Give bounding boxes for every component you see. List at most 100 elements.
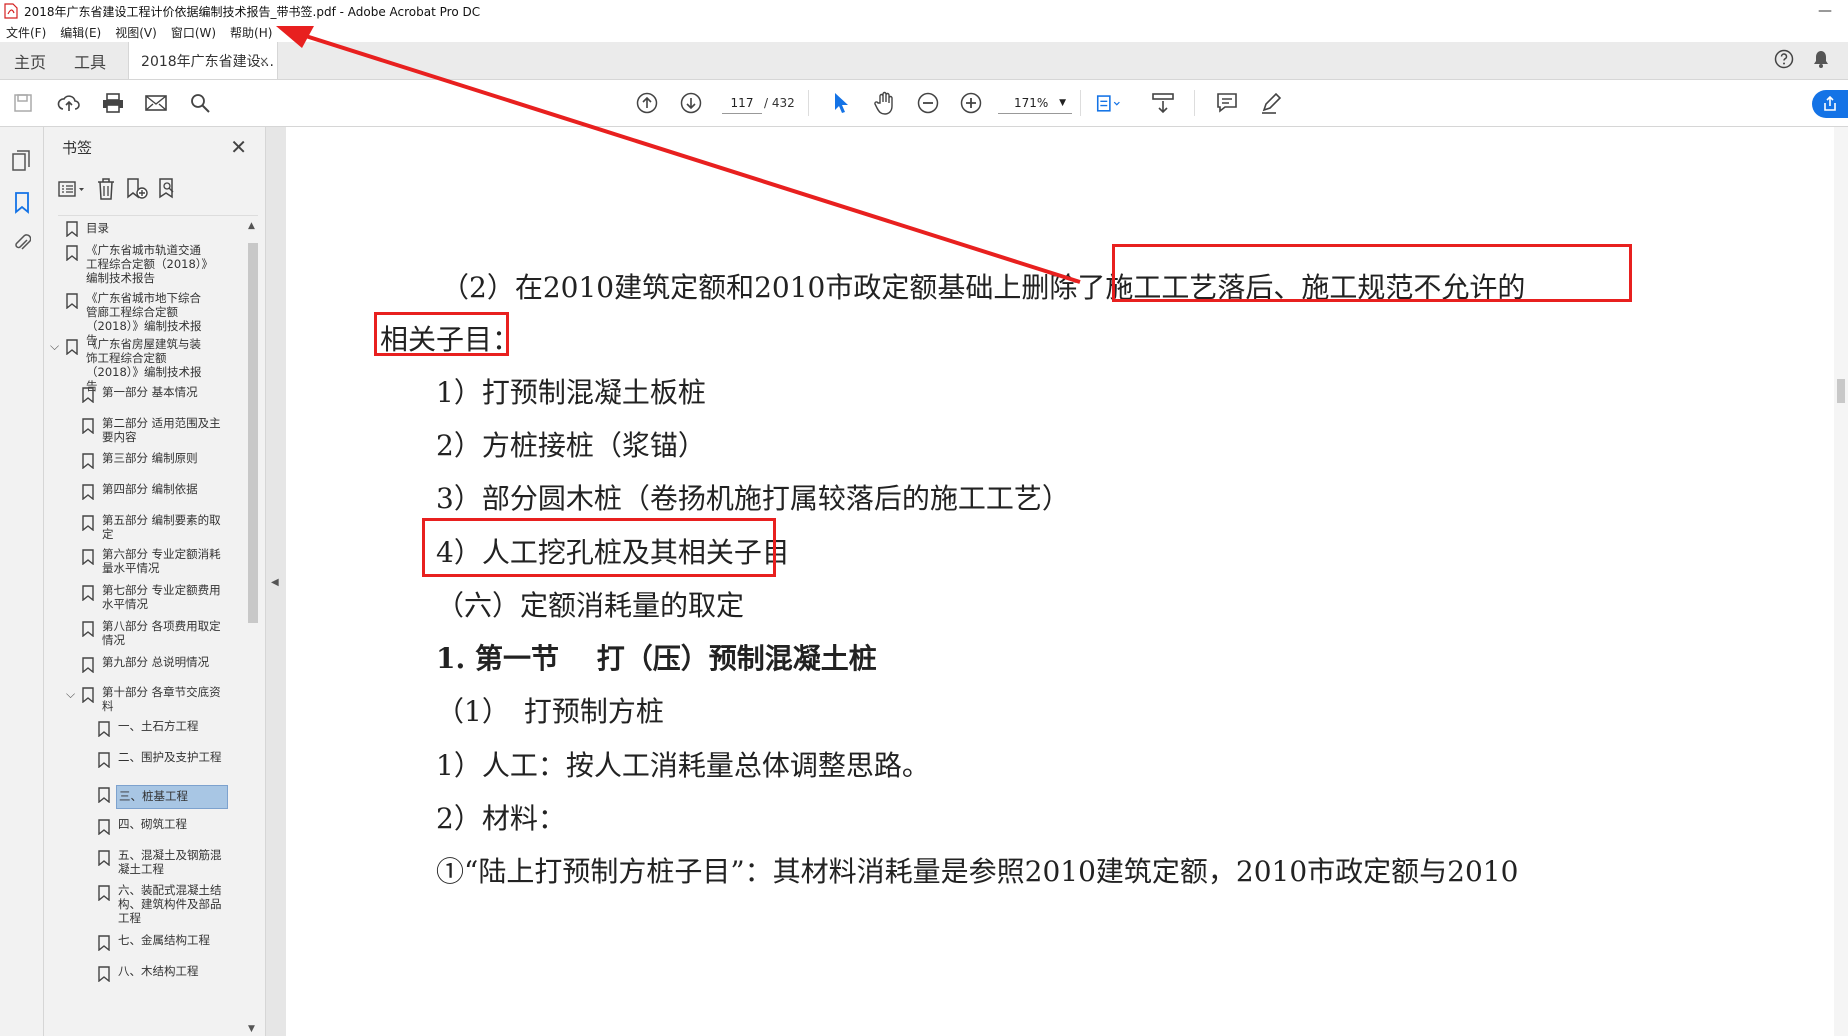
bookmark-scrollbar[interactable]: ▲ ▼: [245, 219, 261, 1036]
bookmark-item[interactable]: 五、混凝土及钢筋混凝土工程: [44, 848, 244, 878]
bookmark-icon: [66, 293, 78, 309]
delete-bookmark-icon[interactable]: [96, 178, 116, 204]
hand-tool-icon[interactable]: [872, 90, 898, 116]
doc-line: （六）定额消耗量的取定: [436, 589, 745, 622]
doc-line: 2）方桩接桩（浆锚）: [436, 429, 706, 462]
bookmark-item[interactable]: 二、围护及支护工程: [44, 750, 244, 780]
help-icon[interactable]: [1774, 49, 1794, 73]
doc-line: 2）材料：: [436, 802, 566, 835]
bookmark-item[interactable]: 《广东省城市轨道交通工程综合定额（2018）》编制技术报告: [44, 243, 244, 289]
bookmark-item[interactable]: 第五部分 编制要素的取定: [44, 513, 244, 543]
bookmark-item[interactable]: 八、木结构工程: [44, 964, 244, 990]
scrollbar-thumb[interactable]: [1837, 379, 1845, 403]
scrollbar-thumb[interactable]: [248, 243, 258, 623]
find-bookmark-icon[interactable]: [158, 178, 180, 204]
doc-line: 1）人工：按人工消耗量总体调整思路。: [436, 749, 930, 782]
bookmark-item[interactable]: 第四部分 编制依据: [44, 482, 244, 508]
zoom-out-icon[interactable]: [915, 90, 941, 116]
bookmark-item[interactable]: 第三部分 编制原则: [44, 451, 244, 477]
bookmarks-toolbar: [58, 177, 180, 205]
doc-heading: 1. 第一节 打（压）预制混凝土桩: [436, 642, 877, 675]
zoom-level-select[interactable]: 171% ▼: [998, 92, 1072, 114]
bookmark-label: 三、桩基工程: [116, 785, 228, 809]
bookmark-item[interactable]: 目录: [44, 219, 244, 243]
chevron-down-icon[interactable]: ⌵: [50, 339, 59, 353]
doc-line: 1）打预制混凝土板桩: [436, 376, 706, 409]
bookmark-item-selected[interactable]: 三、桩基工程: [44, 785, 244, 811]
menu-edit[interactable]: 编辑(E): [60, 24, 101, 41]
scroll-down-icon[interactable]: ▼: [248, 1024, 255, 1034]
bookmark-item[interactable]: 四、砌筑工程: [44, 817, 244, 843]
bookmark-label: 目录: [86, 221, 109, 235]
collapse-panel-icon[interactable]: ◀: [271, 577, 279, 588]
previous-page-icon[interactable]: [634, 90, 660, 116]
bookmark-label: 《广东省城市轨道交通工程综合定额（2018）》编制技术报告: [86, 243, 208, 285]
bookmark-icon: [82, 453, 94, 469]
bookmark-item[interactable]: 第二部分 适用范围及主要内容: [44, 416, 244, 446]
bookmark-icon: [82, 621, 94, 637]
bookmark-options-icon[interactable]: [58, 179, 86, 203]
email-icon[interactable]: [143, 90, 169, 116]
select-cursor-icon[interactable]: [828, 90, 854, 116]
print-icon[interactable]: [100, 90, 126, 116]
bookmark-label: 六、装配式混凝土结构、建筑构件及部品工程: [118, 883, 222, 925]
bookmark-label: 五、混凝土及钢筋混凝土工程: [118, 848, 222, 876]
bookmark-icon: [82, 484, 94, 500]
tab-close-button[interactable]: ×: [259, 54, 269, 68]
bookmark-item[interactable]: 第六部分 专业定额消耗量水平情况: [44, 547, 244, 577]
tab-home[interactable]: 主页: [0, 42, 60, 79]
toolbar-separator: [1080, 90, 1081, 116]
bookmark-label: 第七部分 专业定额费用水平情况: [102, 583, 221, 611]
document-view[interactable]: （2）在2010建筑定额和2010市政定额基础上删除了施工工艺落后、施工规范不允…: [286, 127, 1848, 1036]
upload-cloud-icon[interactable]: [56, 90, 82, 116]
new-bookmark-icon[interactable]: [126, 178, 148, 204]
bookmark-item[interactable]: 第九部分 总说明情况: [44, 655, 244, 681]
bookmark-icon: [66, 339, 78, 355]
document-scrollbar[interactable]: [1834, 127, 1848, 1036]
tab-document[interactable]: 2018年广东省建设... ×: [128, 42, 279, 79]
share-button[interactable]: [1812, 90, 1848, 118]
bookmark-panel-icon[interactable]: [10, 191, 34, 215]
attachment-icon[interactable]: [10, 231, 34, 255]
bookmark-item[interactable]: ⌵ 《广东省房屋建筑与装饰工程综合定额（2018）》编制技术报告: [44, 337, 244, 393]
page-number-input[interactable]: 117: [722, 92, 762, 114]
bookmark-item[interactable]: ⌵ 第十部分 各章节交底资料: [44, 685, 244, 715]
bookmark-item[interactable]: 一、土石方工程: [44, 719, 244, 745]
bookmark-label: 第五部分 编制要素的取定: [102, 513, 221, 541]
close-icon[interactable]: ✕: [230, 135, 247, 159]
bookmark-item[interactable]: 第八部分 各项费用取定情况: [44, 619, 244, 649]
next-page-icon[interactable]: [678, 90, 704, 116]
menu-view[interactable]: 视图(V): [115, 24, 157, 41]
scroll-mode-icon[interactable]: [1150, 90, 1176, 116]
bookmark-item[interactable]: 第七部分 专业定额费用水平情况: [44, 583, 244, 613]
bookmark-icon: [82, 515, 94, 531]
bookmark-item[interactable]: 七、金属结构工程: [44, 933, 244, 959]
menu-file[interactable]: 文件(F): [6, 24, 46, 41]
fit-page-icon[interactable]: [1096, 90, 1122, 116]
chevron-down-icon[interactable]: ⌵: [66, 687, 75, 701]
bell-icon[interactable]: [1812, 49, 1830, 73]
bookmark-label: 第六部分 专业定额消耗量水平情况: [102, 547, 221, 575]
bookmark-item[interactable]: 《广东省城市地下综合管廊工程综合定额（2018）》编制技术报告: [44, 291, 244, 347]
minimize-button[interactable]: —: [1818, 3, 1832, 19]
tab-tools[interactable]: 工具: [60, 42, 120, 79]
search-icon[interactable]: [187, 90, 213, 116]
bookmarks-panel: 书签 ✕ 目录 《广东省城市轨道交通工程综合定额（2018）》编制技术报告 《广…: [44, 127, 266, 1036]
menu-window[interactable]: 窗口(W): [171, 24, 216, 41]
menu-help[interactable]: 帮助(H): [230, 24, 272, 41]
bookmark-item[interactable]: 第一部分 基本情况: [44, 385, 244, 411]
page-thumbnails-icon[interactable]: [10, 149, 34, 173]
scroll-up-icon[interactable]: ▲: [248, 221, 255, 231]
tab-document-label: 2018年广东省建设...: [141, 53, 275, 70]
comment-icon[interactable]: [1214, 90, 1240, 116]
save-icon[interactable]: [10, 90, 36, 116]
bookmark-label: 第十部分 各章节交底资料: [102, 685, 221, 713]
navigation-rail: [0, 127, 44, 1036]
panel-splitter[interactable]: ◀: [266, 127, 286, 1036]
zoom-in-icon[interactable]: [958, 90, 984, 116]
annotation-box: [422, 518, 776, 577]
share-icon: [1824, 96, 1836, 111]
bookmark-item[interactable]: 六、装配式混凝土结构、建筑构件及部品工程: [44, 883, 244, 929]
chevron-down-icon: ▼: [1059, 97, 1066, 108]
highlight-pen-icon[interactable]: [1258, 90, 1284, 116]
